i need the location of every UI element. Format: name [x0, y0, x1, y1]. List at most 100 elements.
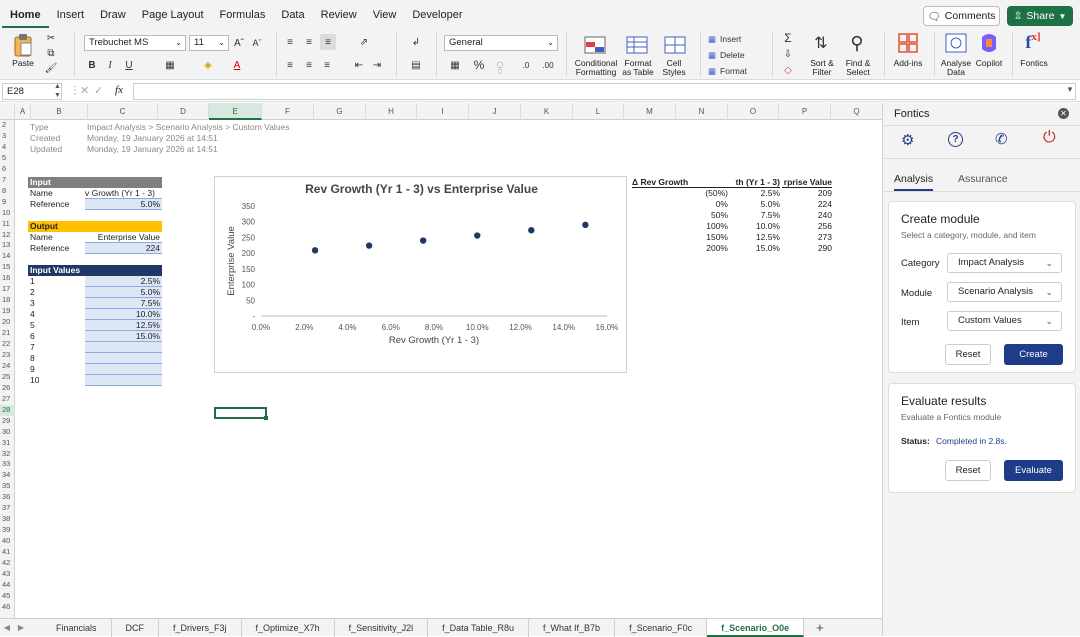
row-header-29[interactable]: 29	[0, 416, 15, 427]
underline-icon[interactable]: U	[122, 58, 136, 72]
column-header-b[interactable]: B	[31, 103, 88, 120]
column-header-e[interactable]: E	[209, 103, 262, 120]
name-box-stepper-icon[interactable]: ▲ ▼	[54, 82, 61, 100]
comma-icon[interactable]: ္	[494, 57, 506, 72]
help-icon[interactable]: ?	[948, 132, 963, 147]
row-header-6[interactable]: 6	[0, 164, 15, 175]
tab-insert[interactable]: Insert	[49, 0, 93, 28]
sort-filter-icon[interactable]: ⇅	[808, 32, 834, 54]
input-value-cell[interactable]: 15.0%	[85, 331, 162, 342]
row-header-37[interactable]: 37	[0, 503, 15, 514]
input-value-cell[interactable]	[85, 375, 162, 386]
column-header-l[interactable]: L	[573, 103, 624, 120]
clear-icon[interactable]: ◇	[780, 63, 796, 77]
column-header-h[interactable]: H	[366, 103, 417, 120]
column-header-a[interactable]: A	[15, 103, 31, 120]
format-painter-icon[interactable]: 🖌	[44, 62, 58, 74]
autosum-icon[interactable]: Σ	[780, 31, 796, 45]
row-header-22[interactable]: 22	[0, 339, 15, 350]
comments-button[interactable]: 🗨 Comments	[923, 6, 1000, 26]
accounting-icon[interactable]: ▦	[445, 58, 465, 72]
cut-icon[interactable]: ✂	[44, 32, 58, 44]
expand-formula-icon[interactable]: ▼	[1066, 85, 1074, 94]
add-sheet-button[interactable]: +	[804, 620, 836, 635]
item-select[interactable]: Custom Values ⌄	[947, 311, 1062, 331]
data-point[interactable]	[365, 242, 373, 249]
row-header-21[interactable]: 21	[0, 328, 15, 339]
column-header-k[interactable]: K	[521, 103, 573, 120]
merge-icon[interactable]: ▤	[404, 58, 428, 72]
data-point[interactable]	[582, 221, 589, 229]
number-format-select[interactable]: General ⌄	[444, 35, 558, 51]
tab-analysis[interactable]: Analysis	[894, 173, 934, 191]
evaluate-button[interactable]: Evaluate	[1004, 460, 1063, 481]
input-ref-value[interactable]: 5.0%	[85, 199, 162, 210]
conditional-formatting-icon[interactable]	[580, 34, 610, 56]
row-header-45[interactable]: 45	[0, 591, 15, 602]
confirm-icon[interactable]: ✓	[94, 84, 103, 97]
orientation-icon[interactable]: ⇗	[354, 35, 374, 49]
column-header-d[interactable]: D	[158, 103, 209, 120]
sheet-tab[interactable]: f_Drivers_F3j	[159, 618, 242, 637]
row-header-44[interactable]: 44	[0, 580, 15, 591]
input-value-cell[interactable]: 10.0%	[85, 309, 162, 320]
sheet-tab[interactable]: f_Data Table_R8u	[428, 618, 530, 637]
row-header-27[interactable]: 27	[0, 394, 15, 405]
row-header-31[interactable]: 31	[0, 438, 15, 449]
input-value-cell[interactable]: 7.5%	[85, 298, 162, 309]
module-select[interactable]: Scenario Analysis ⌄	[947, 282, 1062, 302]
fx-icon[interactable]: fx	[115, 84, 123, 96]
share-button[interactable]: ⇫ Share ▼	[1007, 6, 1073, 26]
more-options-icon[interactable]: ⋮	[70, 85, 80, 96]
sheet-tab[interactable]: f_What If_B7b	[529, 618, 616, 637]
row-header-32[interactable]: 32	[0, 449, 15, 460]
italic-icon[interactable]: I	[104, 58, 116, 72]
column-header-f[interactable]: F	[262, 103, 314, 120]
tab-formulas[interactable]: Formulas	[212, 0, 274, 28]
decrease-decimal-icon[interactable]: .00	[540, 58, 556, 72]
increase-decimal-icon[interactable]: .0	[518, 58, 534, 72]
align-right-icon[interactable]: ≡	[320, 58, 334, 72]
decrease-indent-icon[interactable]: ⇤	[352, 58, 366, 72]
reset-evaluate-button[interactable]: Reset	[945, 460, 991, 481]
row-header-43[interactable]: 43	[0, 569, 15, 580]
row-header-19[interactable]: 19	[0, 306, 15, 317]
wrap-text-icon[interactable]: ↲	[404, 35, 428, 49]
user-settings-icon[interactable]: ⚙	[901, 131, 914, 149]
align-left-icon[interactable]: ≡	[283, 58, 297, 72]
cell-styles-icon[interactable]	[660, 34, 690, 56]
align-bottom-icon[interactable]: ≡	[320, 34, 336, 50]
row-header-15[interactable]: 15	[0, 262, 15, 273]
sheet-tab[interactable]: Financials	[42, 618, 112, 637]
row-header-23[interactable]: 23	[0, 350, 15, 361]
font-size-select[interactable]: 11 ⌄	[189, 35, 229, 51]
bold-icon[interactable]: B	[86, 58, 98, 72]
input-value-cell[interactable]: 5.0%	[85, 287, 162, 298]
row-header-16[interactable]: 16	[0, 273, 15, 284]
tab-home[interactable]: Home	[2, 0, 49, 28]
data-point[interactable]	[419, 237, 427, 244]
align-top-icon[interactable]: ≡	[283, 35, 297, 49]
reset-create-button[interactable]: Reset	[945, 344, 991, 365]
addins-icon[interactable]	[896, 32, 920, 54]
percent-icon[interactable]: %	[472, 58, 486, 72]
increase-indent-icon[interactable]: ⇥	[370, 58, 384, 72]
row-header-11[interactable]: 11	[0, 219, 15, 230]
row-header-33[interactable]: 33	[0, 459, 15, 470]
row-header-14[interactable]: 14	[0, 251, 15, 262]
worksheet-grid[interactable]: ABCDEFGHIJKLMNOPQ 2 3 4 5 6 7 8 9 10 11 12 13 14 15 16…	[0, 103, 882, 618]
row-header-3[interactable]: 3	[0, 131, 15, 142]
sheet-tab[interactable]: DCF	[112, 618, 160, 637]
row-header-4[interactable]: 4	[0, 142, 15, 153]
row-header-34[interactable]: 34	[0, 470, 15, 481]
fill-color-icon[interactable]: ◈	[200, 58, 216, 72]
next-sheet-icon[interactable]: ▶	[14, 623, 28, 632]
fontics-icon[interactable]: f x]	[1020, 30, 1046, 54]
tab-draw[interactable]: Draw	[92, 0, 134, 28]
row-header-39[interactable]: 39	[0, 525, 15, 536]
column-header-c[interactable]: C	[88, 103, 158, 120]
phone-icon[interactable]: ✆	[995, 130, 1008, 148]
align-center-icon[interactable]: ≡	[302, 58, 316, 72]
find-select-icon[interactable]: ⚲	[844, 32, 870, 54]
row-header-7[interactable]: 7	[0, 175, 15, 186]
